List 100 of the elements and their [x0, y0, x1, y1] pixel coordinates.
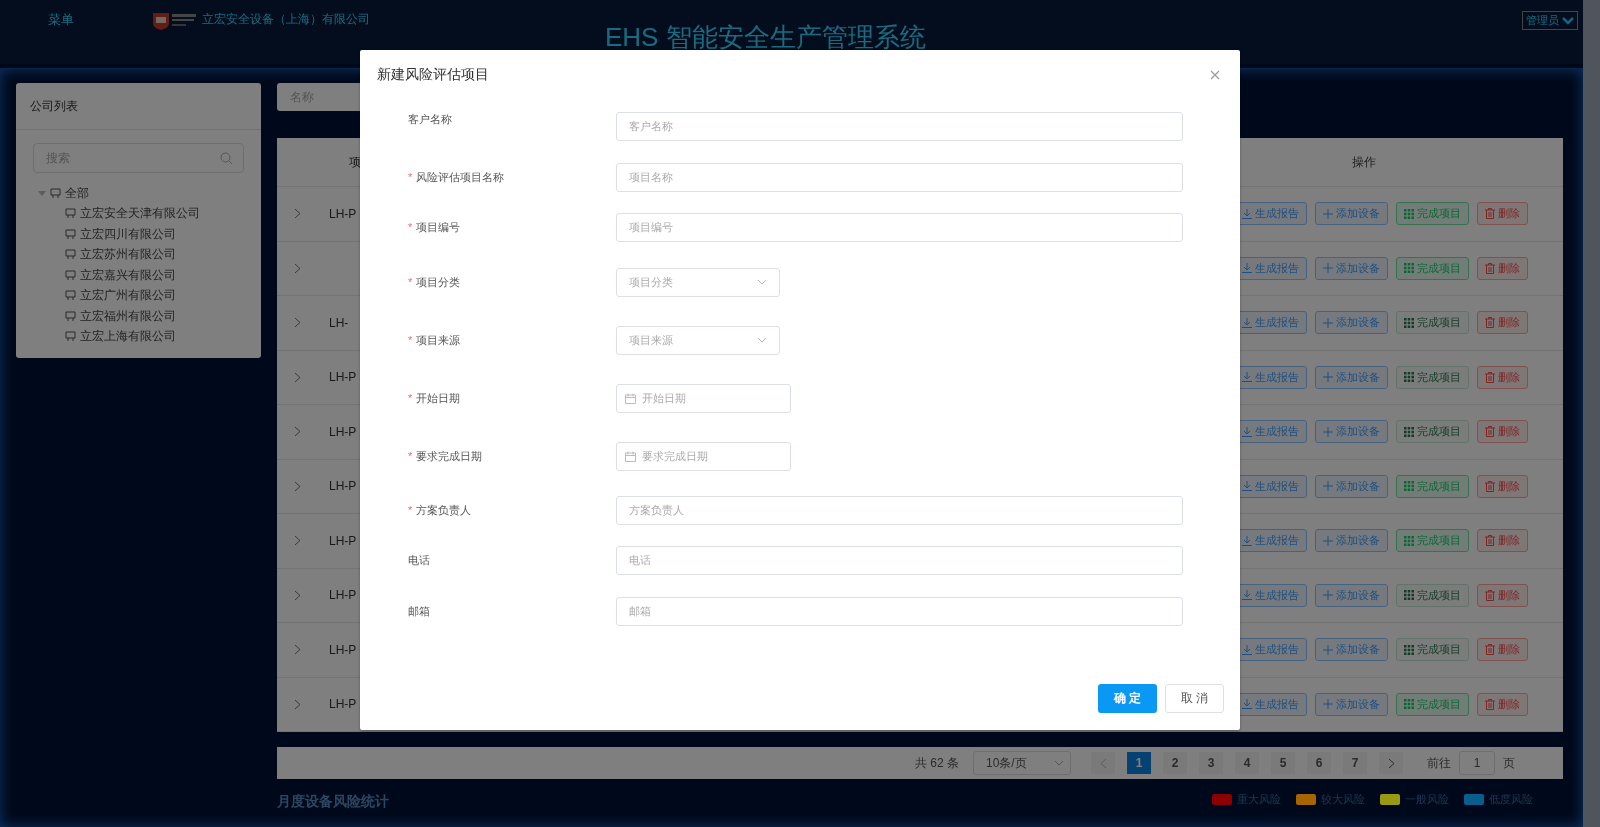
tree-item[interactable]: 立宏广州有限公司: [33, 285, 244, 306]
dialog-title: 新建风险评估项目: [377, 66, 489, 84]
shield-logo-icon: [152, 11, 198, 31]
action-button[interactable]: 完成项目: [1396, 256, 1469, 280]
table-cell: LH-P: [329, 370, 357, 385]
action-button[interactable]: 添加设备: [1315, 365, 1388, 389]
page-size-select[interactable]: 10条/页: [973, 751, 1071, 775]
input-field[interactable]: 电话: [616, 546, 1183, 576]
trash-icon: [1485, 208, 1495, 220]
next-page-button[interactable]: [1379, 752, 1403, 774]
plus-icon: [1323, 699, 1333, 710]
trash-icon: [1485, 317, 1495, 329]
download-icon: [1242, 426, 1252, 437]
grid-icon: [1404, 208, 1414, 219]
action-button[interactable]: 完成项目: [1396, 529, 1469, 553]
field-label: * 开始日期: [408, 390, 462, 406]
scrollbar[interactable]: [1583, 0, 1600, 827]
date-field[interactable]: 开始日期: [616, 383, 791, 413]
tree-item[interactable]: 立宏四川有限公司: [33, 224, 244, 245]
tree-item[interactable]: 立宏福州有限公司: [33, 306, 244, 327]
page-button[interactable]: 7: [1343, 752, 1367, 774]
table-cell: LH-P: [329, 424, 357, 439]
page-button[interactable]: 2: [1163, 752, 1187, 774]
system-title: EHS 智能安全生产管理系统: [605, 21, 926, 54]
menu-link[interactable]: 菜单: [48, 11, 74, 29]
cancel-button[interactable]: 取 消: [1165, 684, 1224, 713]
input-field[interactable]: 项目名称: [616, 162, 1183, 192]
close-icon[interactable]: [1210, 70, 1220, 80]
action-button[interactable]: 添加设备: [1315, 256, 1388, 280]
action-button[interactable]: 删除: [1477, 474, 1528, 498]
action-button[interactable]: 删除: [1477, 311, 1528, 335]
page-button[interactable]: 3: [1199, 752, 1223, 774]
page-button[interactable]: 4: [1235, 752, 1259, 774]
monitor-icon: [65, 290, 76, 302]
action-button[interactable]: 删除: [1477, 202, 1528, 226]
chevron-right-icon: [1387, 757, 1395, 769]
action-button[interactable]: 删除: [1477, 256, 1528, 280]
download-icon: [1242, 590, 1252, 601]
download-icon: [1242, 699, 1252, 710]
chevron-down-icon: [757, 279, 767, 285]
select-field[interactable]: 项目分类: [616, 267, 780, 297]
action-button[interactable]: 删除: [1477, 529, 1528, 553]
plus-icon: [1323, 590, 1333, 601]
action-button[interactable]: 删除: [1477, 365, 1528, 389]
grid-icon: [1404, 535, 1414, 546]
download-icon: [1242, 317, 1252, 328]
grid-icon: [1404, 372, 1414, 383]
grid-icon: [1404, 590, 1414, 601]
calendar-icon: [625, 392, 636, 404]
input-field[interactable]: 项目编号: [616, 213, 1183, 243]
plus-icon: [1323, 372, 1333, 383]
action-button[interactable]: 添加设备: [1315, 420, 1388, 444]
plus-icon: [1323, 481, 1333, 492]
action-button[interactable]: 完成项目: [1396, 692, 1469, 716]
column-header: 项: [349, 154, 361, 169]
table-cell: LH-P: [329, 206, 357, 221]
grid-icon: [1404, 481, 1414, 492]
action-button[interactable]: 添加设备: [1315, 692, 1388, 716]
goto-label: 前往: [1427, 754, 1451, 772]
company-name: 立宏安全设备（上海）有限公司: [202, 11, 370, 28]
date-field[interactable]: 要求完成日期: [616, 441, 791, 471]
action-button[interactable]: 添加设备: [1315, 638, 1388, 662]
page-button[interactable]: 5: [1271, 752, 1295, 774]
action-button[interactable]: 添加设备: [1315, 583, 1388, 607]
action-button[interactable]: 完成项目: [1396, 474, 1469, 498]
table-cell: LH-P: [329, 588, 357, 603]
page-button[interactable]: 6: [1307, 752, 1331, 774]
input-field[interactable]: 邮箱: [616, 596, 1183, 626]
tree-item[interactable]: 立宏上海有限公司: [33, 326, 244, 347]
grid-icon: [1404, 263, 1414, 274]
action-button[interactable]: 删除: [1477, 692, 1528, 716]
user-dropdown[interactable]: 管理员: [1522, 11, 1578, 30]
action-button[interactable]: 删除: [1477, 420, 1528, 444]
page-number-field[interactable]: 1: [1459, 751, 1495, 775]
action-button[interactable]: 添加设备: [1315, 202, 1388, 226]
plus-icon: [1323, 535, 1333, 546]
download-icon: [1242, 208, 1252, 219]
action-button[interactable]: 添加设备: [1315, 474, 1388, 498]
action-button[interactable]: 删除: [1477, 583, 1528, 607]
chevron-down-icon: [1054, 760, 1064, 766]
calendar-icon: [625, 450, 636, 462]
input-field[interactable]: 方案负责人: [616, 495, 1183, 525]
action-button[interactable]: 添加设备: [1315, 529, 1388, 553]
download-icon: [1242, 644, 1252, 655]
trash-icon: [1485, 371, 1495, 383]
tree-item[interactable]: 立宏嘉兴有限公司: [33, 265, 244, 286]
page-button[interactable]: 1: [1127, 752, 1151, 774]
tree-item[interactable]: 立宏安全天津有限公司: [33, 203, 244, 224]
column-header: 操作: [1351, 153, 1376, 171]
chevron-down-icon: [757, 337, 767, 343]
confirm-button[interactable]: 确 定: [1098, 684, 1157, 713]
action-button[interactable]: 添加设备: [1315, 311, 1388, 335]
tree-item[interactable]: 立宏苏州有限公司: [33, 244, 244, 265]
action-button[interactable]: 删除: [1477, 638, 1528, 662]
action-button[interactable]: 完成项目: [1396, 202, 1469, 226]
plus-icon: [1323, 208, 1333, 219]
select-field[interactable]: 项目来源: [616, 325, 780, 355]
tree-item[interactable]: 全部: [33, 183, 244, 204]
input-field[interactable]: 客户名称: [616, 112, 1183, 141]
field-label: 电话: [408, 553, 431, 569]
